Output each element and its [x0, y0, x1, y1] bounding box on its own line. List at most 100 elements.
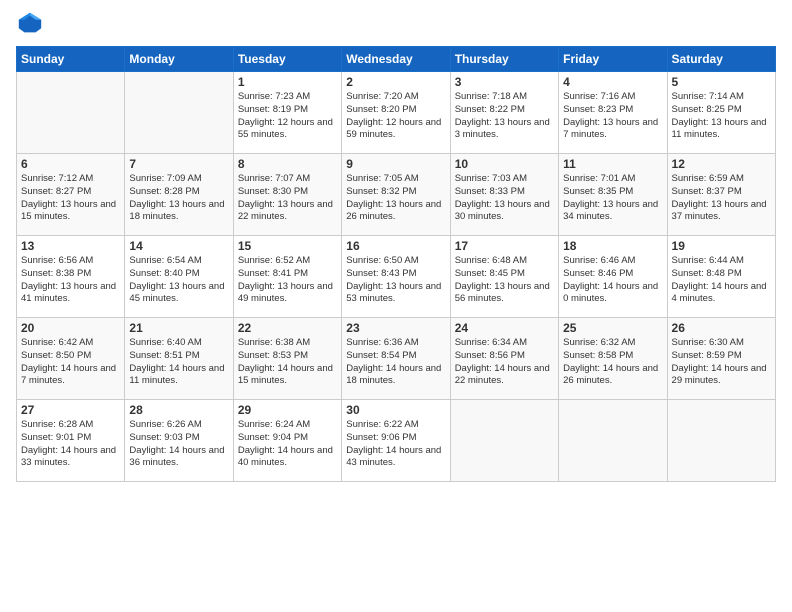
calendar-cell: 9 Sunrise: 7:05 AMSunset: 8:32 PMDaylight…	[342, 154, 450, 236]
day-info: Sunrise: 7:09 AMSunset: 8:28 PMDaylight:…	[129, 173, 228, 224]
day-info: Sunrise: 7:18 AMSunset: 8:22 PMDaylight:…	[455, 91, 554, 142]
weekday-header-row: SundayMondayTuesdayWednesdayThursdayFrid…	[17, 47, 776, 72]
calendar-cell: 10 Sunrise: 7:03 AMSunset: 8:33 PMDayligh…	[450, 154, 558, 236]
day-number: 19	[672, 239, 771, 253]
day-info: Sunrise: 6:32 AMSunset: 8:58 PMDaylight:…	[563, 337, 662, 388]
day-info: Sunrise: 7:03 AMSunset: 8:33 PMDaylight:…	[455, 173, 554, 224]
weekday-header-sunday: Sunday	[17, 47, 125, 72]
day-info: Sunrise: 6:46 AMSunset: 8:46 PMDaylight:…	[563, 255, 662, 306]
day-info: Sunrise: 6:50 AMSunset: 8:43 PMDaylight:…	[346, 255, 445, 306]
calendar-cell	[450, 400, 558, 482]
day-number: 25	[563, 321, 662, 335]
day-number: 7	[129, 157, 228, 171]
calendar-week-row: 6Sunrise: 7:12 AMSunset: 8:27 PMDaylight…	[17, 154, 776, 236]
calendar-cell: 4 Sunrise: 7:16 AMSunset: 8:23 PMDaylight…	[559, 72, 667, 154]
day-number: 26	[672, 321, 771, 335]
day-info: Sunrise: 6:24 AMSunset: 9:04 PMDaylight:…	[238, 419, 337, 470]
day-info: Sunrise: 6:52 AMSunset: 8:41 PMDaylight:…	[238, 255, 337, 306]
calendar-cell: 3 Sunrise: 7:18 AMSunset: 8:22 PMDaylight…	[450, 72, 558, 154]
day-info: Sunrise: 7:14 AMSunset: 8:25 PMDaylight:…	[672, 91, 771, 142]
day-info: Sunrise: 7:20 AMSunset: 8:20 PMDaylight:…	[346, 91, 445, 142]
day-number: 17	[455, 239, 554, 253]
day-info: Sunrise: 6:36 AMSunset: 8:54 PMDaylight:…	[346, 337, 445, 388]
day-info: Sunrise: 6:54 AMSunset: 8:40 PMDaylight:…	[129, 255, 228, 306]
day-info: Sunrise: 6:42 AMSunset: 8:50 PMDaylight:…	[21, 337, 120, 388]
calendar-cell: 18 Sunrise: 6:46 AMSunset: 8:46 PMDayligh…	[559, 236, 667, 318]
day-number: 4	[563, 75, 662, 89]
weekday-header-thursday: Thursday	[450, 47, 558, 72]
calendar-cell: 15Sunrise: 6:52 AMSunset: 8:41 PMDayligh…	[233, 236, 341, 318]
calendar-cell: 8Sunrise: 7:07 AMSunset: 8:30 PMDaylight…	[233, 154, 341, 236]
day-info: Sunrise: 6:26 AMSunset: 9:03 PMDaylight:…	[129, 419, 228, 470]
calendar-cell: 20 Sunrise: 6:42 AMSunset: 8:50 PMDayligh…	[17, 318, 125, 400]
day-number: 11	[563, 157, 662, 171]
calendar-table: SundayMondayTuesdayWednesdayThursdayFrid…	[16, 46, 776, 482]
day-number: 23	[346, 321, 445, 335]
day-number: 9	[346, 157, 445, 171]
day-number: 29	[238, 403, 337, 417]
calendar-week-row: 27Sunrise: 6:28 AMSunset: 9:01 PMDayligh…	[17, 400, 776, 482]
calendar-week-row: 1 Sunrise: 7:23 AMSunset: 8:19 PMDaylight…	[17, 72, 776, 154]
calendar-cell	[125, 72, 233, 154]
day-number: 22	[238, 321, 337, 335]
day-number: 14	[129, 239, 228, 253]
calendar-cell: 24 Sunrise: 6:34 AMSunset: 8:56 PMDayligh…	[450, 318, 558, 400]
page: SundayMondayTuesdayWednesdayThursdayFrid…	[0, 0, 792, 612]
weekday-header-friday: Friday	[559, 47, 667, 72]
calendar-cell: 28 Sunrise: 6:26 AMSunset: 9:03 PMDayligh…	[125, 400, 233, 482]
day-number: 1	[238, 75, 337, 89]
calendar-cell: 5Sunrise: 7:14 AMSunset: 8:25 PMDaylight…	[667, 72, 775, 154]
calendar-cell: 7 Sunrise: 7:09 AMSunset: 8:28 PMDaylight…	[125, 154, 233, 236]
calendar-cell: 22 Sunrise: 6:38 AMSunset: 8:53 PMDayligh…	[233, 318, 341, 400]
calendar-cell: 25 Sunrise: 6:32 AMSunset: 8:58 PMDayligh…	[559, 318, 667, 400]
logo-icon	[16, 10, 44, 38]
day-info: Sunrise: 7:05 AMSunset: 8:32 PMDaylight:…	[346, 173, 445, 224]
day-info: Sunrise: 6:44 AMSunset: 8:48 PMDaylight:…	[672, 255, 771, 306]
calendar-cell: 30 Sunrise: 6:22 AMSunset: 9:06 PMDayligh…	[342, 400, 450, 482]
day-number: 20	[21, 321, 120, 335]
calendar-cell: 13 Sunrise: 6:56 AMSunset: 8:38 PMDayligh…	[17, 236, 125, 318]
calendar-cell: 21 Sunrise: 6:40 AMSunset: 8:51 PMDayligh…	[125, 318, 233, 400]
calendar-cell: 27Sunrise: 6:28 AMSunset: 9:01 PMDayligh…	[17, 400, 125, 482]
calendar-week-row: 13 Sunrise: 6:56 AMSunset: 8:38 PMDayligh…	[17, 236, 776, 318]
day-info: Sunrise: 6:38 AMSunset: 8:53 PMDaylight:…	[238, 337, 337, 388]
day-number: 16	[346, 239, 445, 253]
calendar-cell: 19 Sunrise: 6:44 AMSunset: 8:48 PMDayligh…	[667, 236, 775, 318]
day-info: Sunrise: 7:01 AMSunset: 8:35 PMDaylight:…	[563, 173, 662, 224]
calendar-cell: 1 Sunrise: 7:23 AMSunset: 8:19 PMDaylight…	[233, 72, 341, 154]
day-number: 18	[563, 239, 662, 253]
day-number: 3	[455, 75, 554, 89]
day-number: 8	[238, 157, 337, 171]
day-info: Sunrise: 7:12 AMSunset: 8:27 PMDaylight:…	[21, 173, 120, 224]
weekday-header-saturday: Saturday	[667, 47, 775, 72]
calendar-week-row: 20 Sunrise: 6:42 AMSunset: 8:50 PMDayligh…	[17, 318, 776, 400]
day-number: 13	[21, 239, 120, 253]
day-number: 12	[672, 157, 771, 171]
weekday-header-monday: Monday	[125, 47, 233, 72]
day-info: Sunrise: 6:22 AMSunset: 9:06 PMDaylight:…	[346, 419, 445, 470]
calendar-cell: 23 Sunrise: 6:36 AMSunset: 8:54 PMDayligh…	[342, 318, 450, 400]
calendar-cell: 2 Sunrise: 7:20 AMSunset: 8:20 PMDaylight…	[342, 72, 450, 154]
header	[16, 10, 776, 38]
day-info: Sunrise: 6:56 AMSunset: 8:38 PMDaylight:…	[21, 255, 120, 306]
day-info: Sunrise: 6:59 AMSunset: 8:37 PMDaylight:…	[672, 173, 771, 224]
day-info: Sunrise: 7:23 AMSunset: 8:19 PMDaylight:…	[238, 91, 337, 142]
calendar-cell	[559, 400, 667, 482]
day-info: Sunrise: 7:16 AMSunset: 8:23 PMDaylight:…	[563, 91, 662, 142]
day-number: 24	[455, 321, 554, 335]
calendar-cell: 14 Sunrise: 6:54 AMSunset: 8:40 PMDayligh…	[125, 236, 233, 318]
day-info: Sunrise: 6:28 AMSunset: 9:01 PMDaylight:…	[21, 419, 120, 470]
day-number: 10	[455, 157, 554, 171]
weekday-header-wednesday: Wednesday	[342, 47, 450, 72]
day-number: 28	[129, 403, 228, 417]
calendar-cell: 26Sunrise: 6:30 AMSunset: 8:59 PMDayligh…	[667, 318, 775, 400]
calendar-cell	[667, 400, 775, 482]
day-info: Sunrise: 6:34 AMSunset: 8:56 PMDaylight:…	[455, 337, 554, 388]
calendar-cell: 6Sunrise: 7:12 AMSunset: 8:27 PMDaylight…	[17, 154, 125, 236]
day-info: Sunrise: 6:40 AMSunset: 8:51 PMDaylight:…	[129, 337, 228, 388]
day-number: 30	[346, 403, 445, 417]
day-number: 2	[346, 75, 445, 89]
day-number: 21	[129, 321, 228, 335]
calendar-cell: 29 Sunrise: 6:24 AMSunset: 9:04 PMDayligh…	[233, 400, 341, 482]
calendar-cell: 16 Sunrise: 6:50 AMSunset: 8:43 PMDayligh…	[342, 236, 450, 318]
